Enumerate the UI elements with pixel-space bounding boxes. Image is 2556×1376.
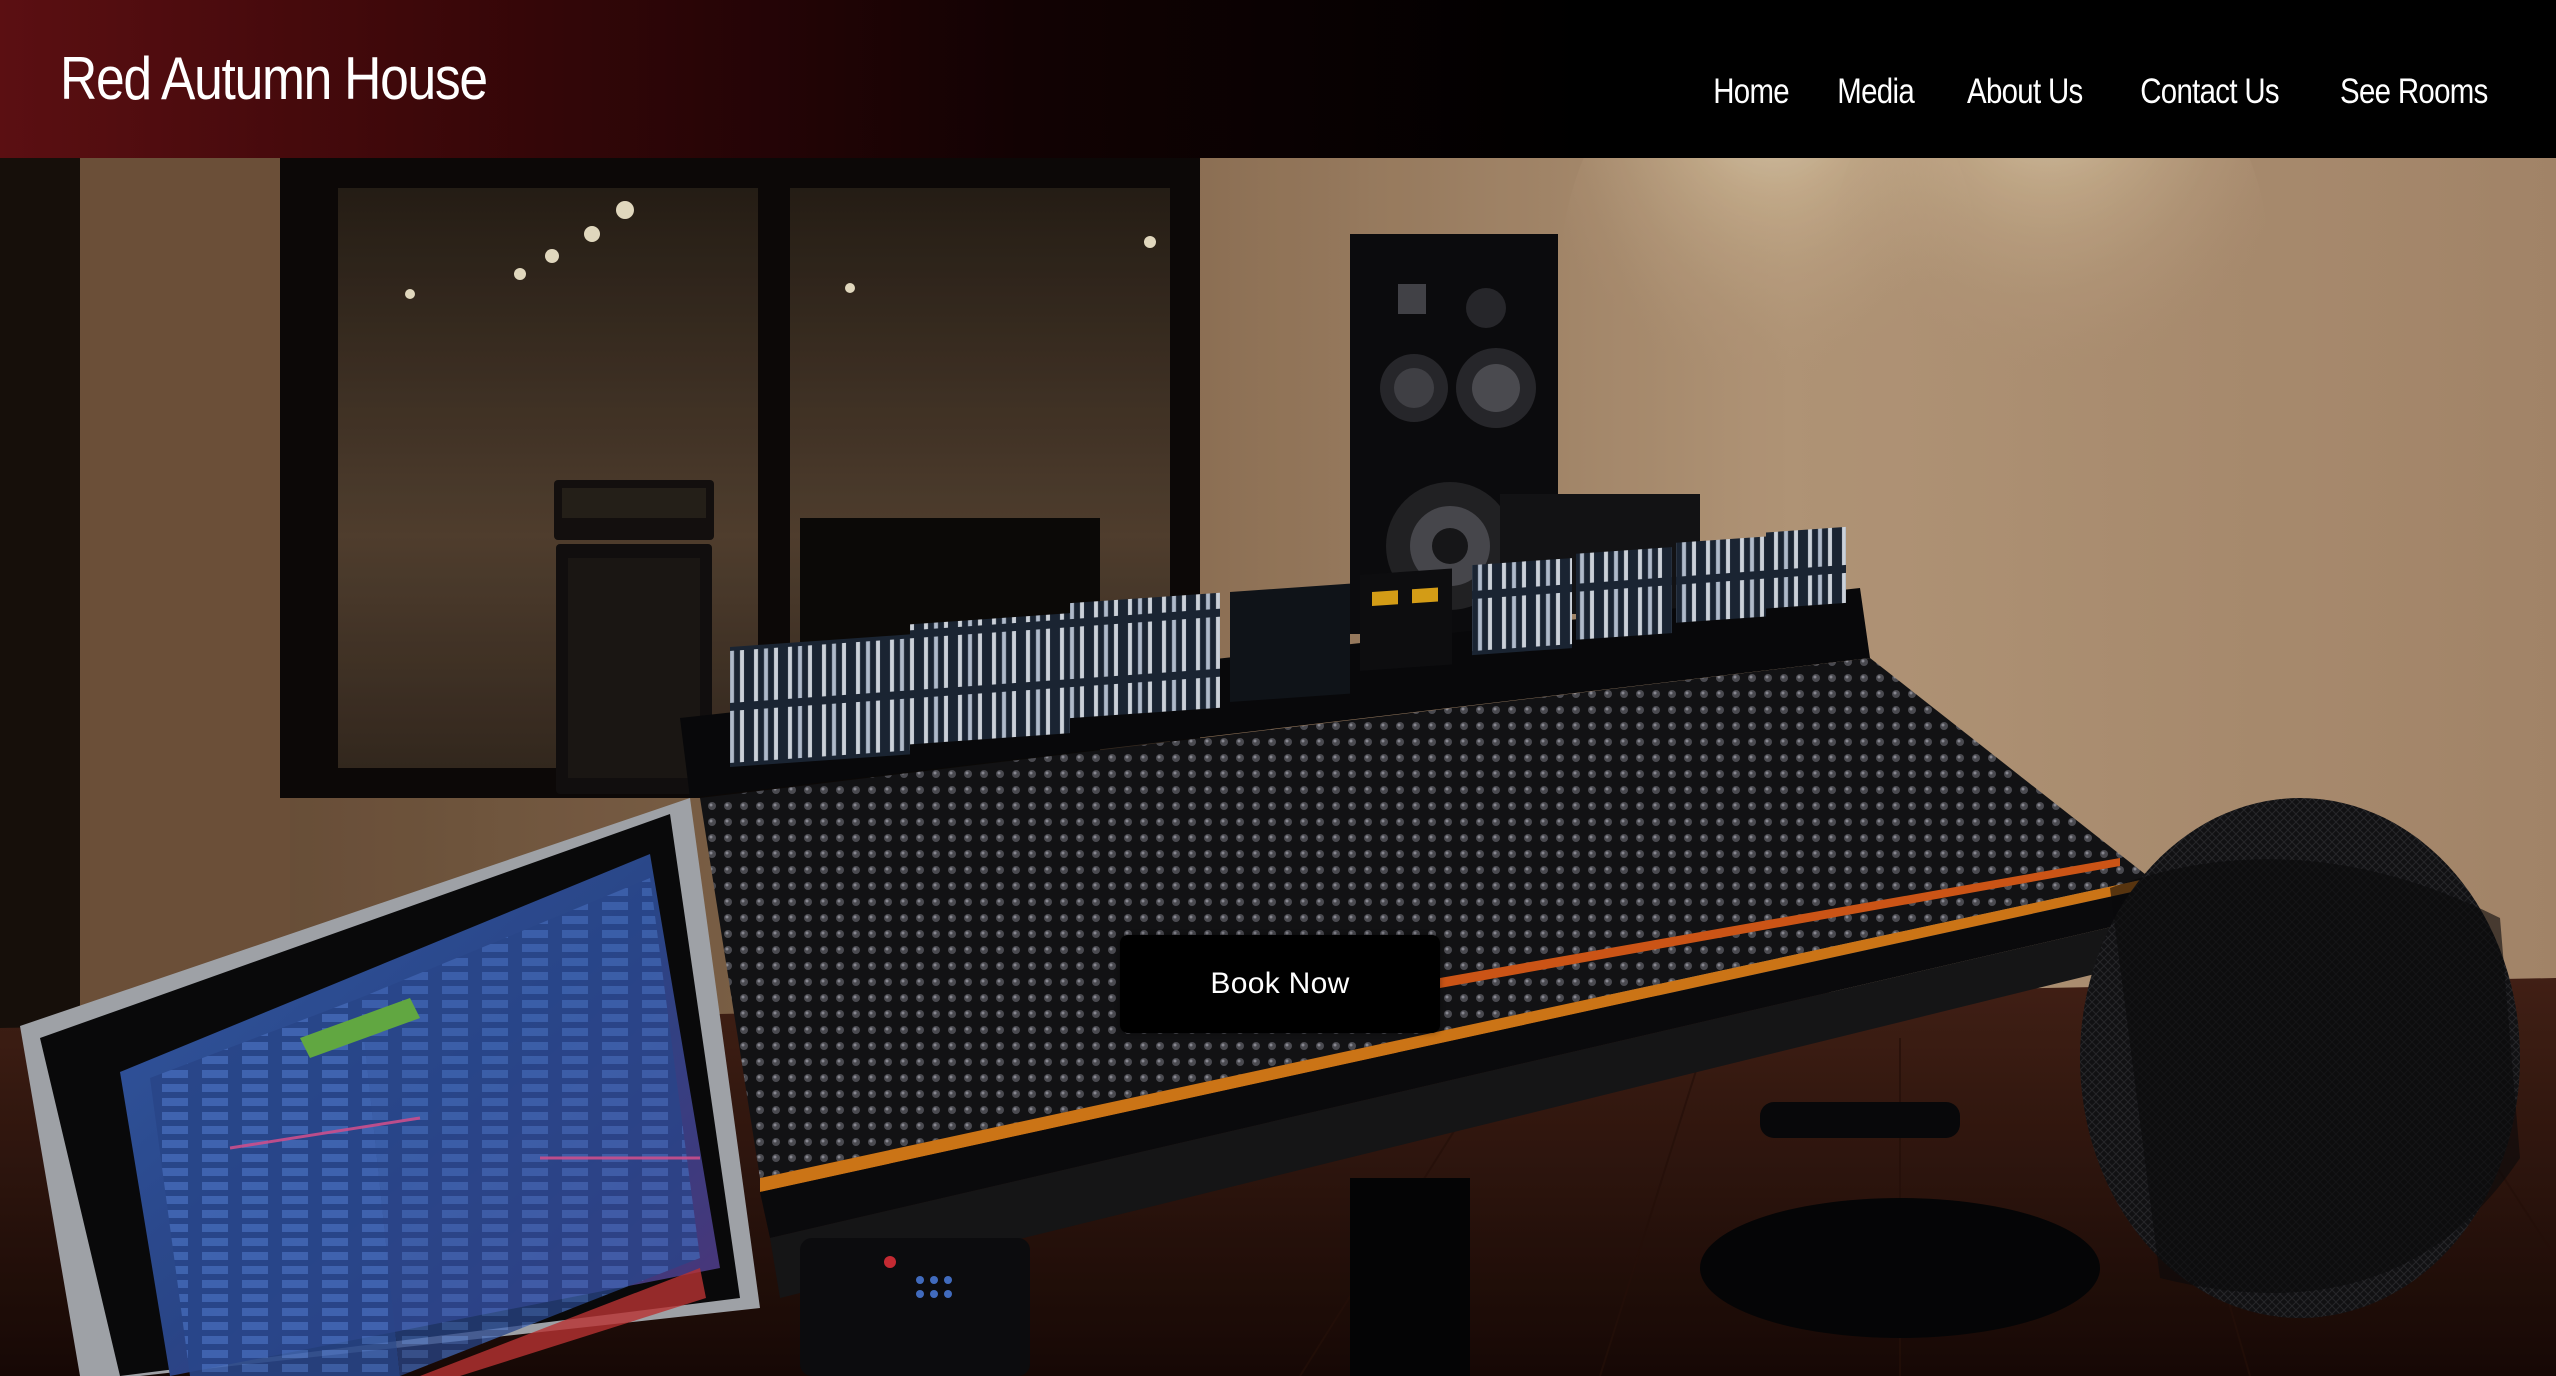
nav-about-link[interactable]: About Us: [1967, 72, 2083, 112]
hero-studio-image: [0, 158, 2556, 1376]
nav-home-link[interactable]: Home: [1713, 72, 1789, 112]
site-header: Red Autumn House Home Media About Us Con…: [0, 0, 2556, 158]
hero-section: Book Now: [0, 158, 2556, 1376]
nav-rooms-link[interactable]: See Rooms: [2340, 72, 2488, 112]
nav-contact-link[interactable]: Contact Us: [2140, 72, 2279, 112]
book-now-button[interactable]: Book Now: [1120, 935, 1440, 1033]
site-title[interactable]: Red Autumn House: [60, 44, 488, 113]
page: Red Autumn House Home Media About Us Con…: [0, 0, 2556, 1376]
nav-media-link[interactable]: Media: [1838, 72, 1915, 112]
main-nav: Home Media About Us Contact Us See Rooms: [1672, 72, 2502, 112]
